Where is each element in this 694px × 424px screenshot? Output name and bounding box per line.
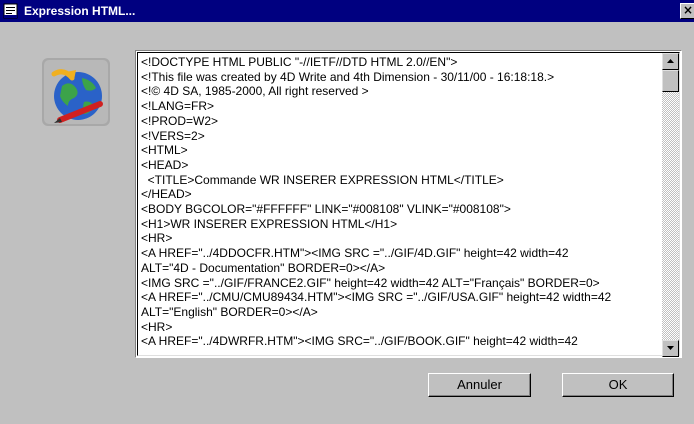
cancel-button[interactable]: Annuler bbox=[428, 373, 531, 397]
close-button[interactable]: × bbox=[680, 3, 694, 19]
code-line: <HEAD> bbox=[141, 157, 189, 172]
code-line: <!© 4D SA, 1985-2000, All right reserved… bbox=[141, 84, 369, 99]
code-line: <!LANG=FR> bbox=[141, 99, 215, 114]
title-bar: Expression HTML... × bbox=[0, 0, 694, 22]
scroll-down-button[interactable] bbox=[662, 340, 679, 357]
code-line: <HR> bbox=[141, 319, 173, 334]
code-line: ALT="English" BORDER=0></A> bbox=[141, 304, 318, 319]
code-line: <TITLE>Commande WR INSERER EXPRESSION HT… bbox=[141, 172, 504, 187]
code-line: <!DOCTYPE HTML PUBLIC "-//IETF//DTD HTML… bbox=[141, 55, 458, 69]
ok-button[interactable]: OK bbox=[562, 373, 674, 397]
code-line: <HR> bbox=[141, 231, 173, 246]
document-icon bbox=[3, 3, 19, 19]
code-line: <!This file was created by 4D Write and … bbox=[141, 69, 555, 84]
arrow-down-icon bbox=[667, 346, 674, 350]
code-line: <H1>WR INSERER EXPRESSION HTML</H1> bbox=[141, 216, 398, 231]
code-line: <A HREF="../4DDOCFR.HTM"><IMG SRC ="../G… bbox=[141, 246, 569, 261]
code-line: <A HREF="../CMU/CMU89434.HTM"><IMG SRC =… bbox=[141, 290, 612, 305]
html-expression-textarea[interactable]: <!DOCTYPE HTML PUBLIC "-//IETF//DTD HTML… bbox=[135, 50, 682, 358]
scroll-up-button[interactable] bbox=[662, 53, 679, 70]
code-line: </HEAD> bbox=[141, 187, 192, 202]
code-line: <!VERS=2> bbox=[141, 128, 205, 143]
code-line: <HTML> bbox=[141, 143, 188, 158]
code-line: <!PROD=W2> bbox=[141, 113, 219, 128]
scroll-thumb[interactable] bbox=[662, 70, 679, 92]
code-line: ALT="4D - Documentation" BORDER=0></A> bbox=[141, 260, 386, 275]
code-line: <BODY BGCOLOR="#FFFFFF" LINK="#008108" V… bbox=[141, 202, 511, 217]
window-title: Expression HTML... bbox=[24, 4, 136, 18]
vertical-scrollbar[interactable] bbox=[662, 53, 679, 357]
code-line: <A HREF="../4DWRFR.HTM"><IMG SRC="../GIF… bbox=[141, 334, 578, 349]
arrow-up-icon bbox=[667, 59, 674, 63]
globe-pen-icon bbox=[40, 56, 112, 128]
code-lines: <!DOCTYPE HTML PUBLIC "-//IETF//DTD HTML… bbox=[141, 55, 662, 357]
code-line: <IMG SRC ="../GIF/FRANCE2.GIF" height=42… bbox=[141, 275, 600, 290]
